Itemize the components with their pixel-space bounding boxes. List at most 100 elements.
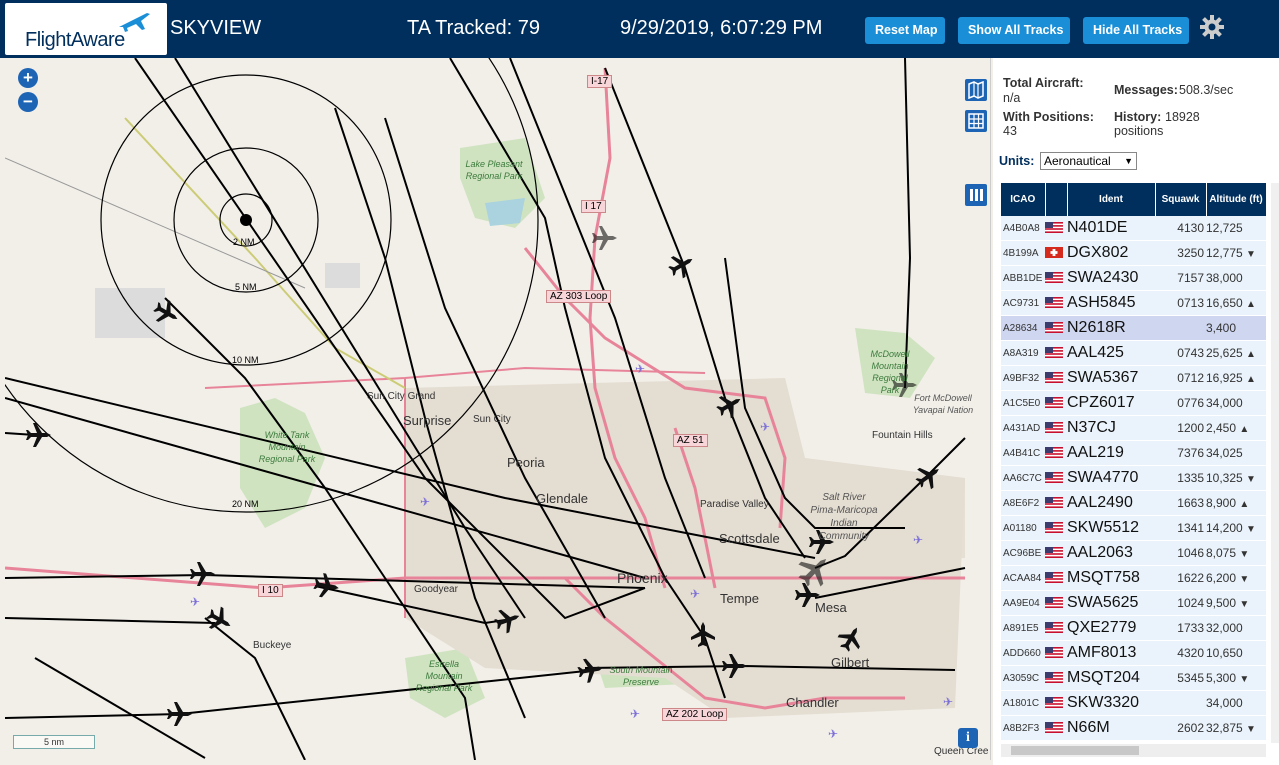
flag-cell (1045, 415, 1067, 441)
aircraft-row[interactable]: ABB1DE SWA2430 7157 38,000 (1001, 265, 1266, 291)
aircraft-row[interactable]: A4B41C AAL219 7376 34,025 (1001, 440, 1266, 466)
aircraft-row[interactable]: ADD660 AMF8013 4320 10,650 (1001, 640, 1266, 666)
units-value: Aeronautical (1044, 154, 1111, 168)
vertical-scrollbar[interactable] (1271, 183, 1279, 743)
info-icon[interactable]: i (958, 728, 978, 748)
aircraft-table: ICAO Ident Squawk Altitude (ft) A4B0A8 N4… (1001, 183, 1267, 741)
aircraft-row[interactable]: A4B0A8 N401DE 4130 12,725 (1001, 216, 1266, 241)
history-label: History: (1114, 110, 1162, 124)
aircraft-row[interactable]: A1C5E0 CPZ6017 0776 34,000 (1001, 390, 1266, 416)
scrollbar-thumb[interactable] (1011, 746, 1139, 755)
flag-cell (1045, 240, 1067, 266)
squawk-cell: 1335 (1155, 465, 1206, 491)
aircraft-row[interactable]: A891E5 QXE2779 1733 32,000 (1001, 615, 1266, 641)
column-header-squawk[interactable]: Squawk (1155, 183, 1207, 216)
column-header-ident[interactable]: Ident (1067, 183, 1156, 216)
messages-label: Messages: (1114, 83, 1178, 97)
altitude-cell: 8,075 ▼ (1206, 540, 1266, 566)
us-flag-icon (1045, 644, 1067, 661)
altitude-value: 5,300 (1206, 671, 1237, 685)
ident-cell: MSQT204 (1067, 665, 1155, 691)
flag-cell (1045, 690, 1067, 716)
altitude-value: 3,400 (1206, 321, 1237, 335)
zoom-out-button[interactable]: − (18, 92, 38, 112)
aircraft-row[interactable]: AC9731 ASH5845 0713 16,650 ▲ (1001, 290, 1266, 316)
flag-cell (1045, 465, 1067, 491)
show-all-tracks-button[interactable]: Show All Tracks (958, 17, 1070, 44)
horizontal-scrollbar[interactable] (1001, 744, 1266, 757)
squawk-cell: 7157 (1155, 265, 1206, 291)
altitude-value: 34,000 (1206, 396, 1243, 410)
altitude-trend-icon: ▼ (1239, 674, 1250, 685)
altitude-cell: 16,650 ▲ (1206, 290, 1266, 316)
aircraft-row[interactable]: A8A319 AAL425 0743 25,625 ▲ (1001, 340, 1266, 366)
altitude-value: 16,650 (1206, 296, 1243, 310)
flightaware-logo[interactable]: FlightAware (5, 3, 167, 55)
altitude-cell: 3,400 (1206, 315, 1266, 341)
altitude-cell: 25,625 ▲ (1206, 340, 1266, 366)
us-flag-icon (1045, 269, 1067, 286)
squawk-cell: 4320 (1155, 640, 1206, 666)
altitude-cell: 2,450 ▲ (1206, 415, 1266, 441)
altitude-trend-icon: ▼ (1239, 574, 1250, 585)
squawk-cell: 0712 (1155, 365, 1206, 391)
with-positions-value: 43 (1003, 124, 1017, 138)
us-flag-icon (1045, 569, 1067, 586)
reset-map-button[interactable]: Reset Map (865, 17, 945, 44)
icao-cell: AC9731 (1001, 290, 1045, 316)
aircraft-row[interactable]: A431AD N37CJ 1200 2,450 ▲ (1001, 415, 1266, 441)
ident-cell: SWA5625 (1067, 590, 1155, 616)
gear-icon[interactable] (1199, 14, 1225, 40)
flag-cell (1045, 390, 1067, 416)
map-view[interactable]: ✈ ✈ ✈ ✈ ✈ ✈ ✈ ✈ ✈ 2 NM 5 NM 10 NM 20 NM I-17 I… (5, 58, 991, 760)
us-flag-icon (1045, 319, 1067, 336)
aircraft-row[interactable]: A3059C MSQT204 5345 5,300 ▼ (1001, 665, 1266, 691)
aircraft-row[interactable]: ACAA84 MSQT758 1622 6,200 ▼ (1001, 565, 1266, 591)
place-label: Mesa (815, 600, 847, 615)
column-header-flag[interactable] (1045, 183, 1068, 216)
flag-cell (1045, 490, 1067, 516)
altitude-cell: 12,725 (1206, 216, 1266, 241)
zoom-in-button[interactable]: + (18, 68, 38, 88)
ident-cell: AMF8013 (1067, 640, 1155, 666)
map-layer-icon[interactable] (965, 79, 987, 101)
aircraft-row[interactable]: AA6C7C SWA4770 1335 10,325 ▼ (1001, 465, 1266, 491)
ident-cell: SKW5512 (1067, 515, 1155, 541)
altitude-trend-icon: ▼ (1246, 474, 1256, 485)
altitude-cell: 10,650 (1206, 640, 1266, 666)
icao-cell: ABB1DE (1001, 265, 1045, 291)
hide-all-tracks-button[interactable]: Hide All Tracks (1083, 17, 1189, 44)
aircraft-row[interactable]: A9BF32 SWA5367 0712 16,925 ▲ (1001, 365, 1266, 391)
altitude-value: 34,000 (1206, 696, 1243, 710)
ident-cell: DGX802 (1067, 240, 1155, 266)
clock: 9/29/2019, 6:07:29 PM (620, 17, 823, 39)
aircraft-row[interactable]: AC96BE AAL2063 1046 8,075 ▼ (1001, 540, 1266, 566)
altitude-value: 9,500 (1206, 596, 1237, 610)
aircraft-row[interactable]: A8B2F3 N66M 2602 32,875 ▼ (1001, 715, 1266, 741)
aircraft-row[interactable]: 4B199A DGX802 3250 12,775 ▼ (1001, 240, 1266, 266)
aircraft-row[interactable]: A28634 N2618R 3,400 (1001, 315, 1266, 341)
place-label: Tempe (720, 591, 760, 606)
aircraft-row[interactable]: A8E6F2 AAL2490 1663 8,900 ▲ (1001, 490, 1266, 516)
top-bar: FlightAware SKYVIEW TA Tracked: 79 9/29/… (0, 0, 1279, 58)
altitude-cell: 8,900 ▲ (1206, 490, 1266, 516)
columns-icon[interactable] (965, 184, 987, 206)
icao-cell: A431AD (1001, 415, 1045, 441)
aircraft-row[interactable]: A1801C SKW3320 34,000 (1001, 690, 1266, 716)
us-flag-icon (1045, 619, 1067, 636)
altitude-trend-icon: ▼ (1246, 524, 1256, 535)
us-flag-icon (1045, 369, 1067, 386)
aircraft-row[interactable]: A01180 SKW5512 1341 14,200 ▼ (1001, 515, 1266, 541)
ident-cell: N2618R (1067, 315, 1155, 341)
icao-cell: A9BF32 (1001, 365, 1045, 391)
aircraft-row[interactable]: AA9E04 SWA5625 1024 9,500 ▼ (1001, 590, 1266, 616)
grid-icon[interactable] (965, 110, 987, 132)
column-header-altitude[interactable]: Altitude (ft) (1206, 183, 1267, 216)
altitude-cell: 14,200 ▼ (1206, 515, 1266, 541)
units-select[interactable]: Aeronautical ▼ (1040, 152, 1137, 170)
flag-cell (1045, 515, 1067, 541)
squawk-cell: 0713 (1155, 290, 1206, 316)
column-header-icao[interactable]: ICAO (1001, 183, 1046, 216)
ident-cell: SWA4770 (1067, 465, 1155, 491)
altitude-value: 8,900 (1206, 496, 1237, 510)
